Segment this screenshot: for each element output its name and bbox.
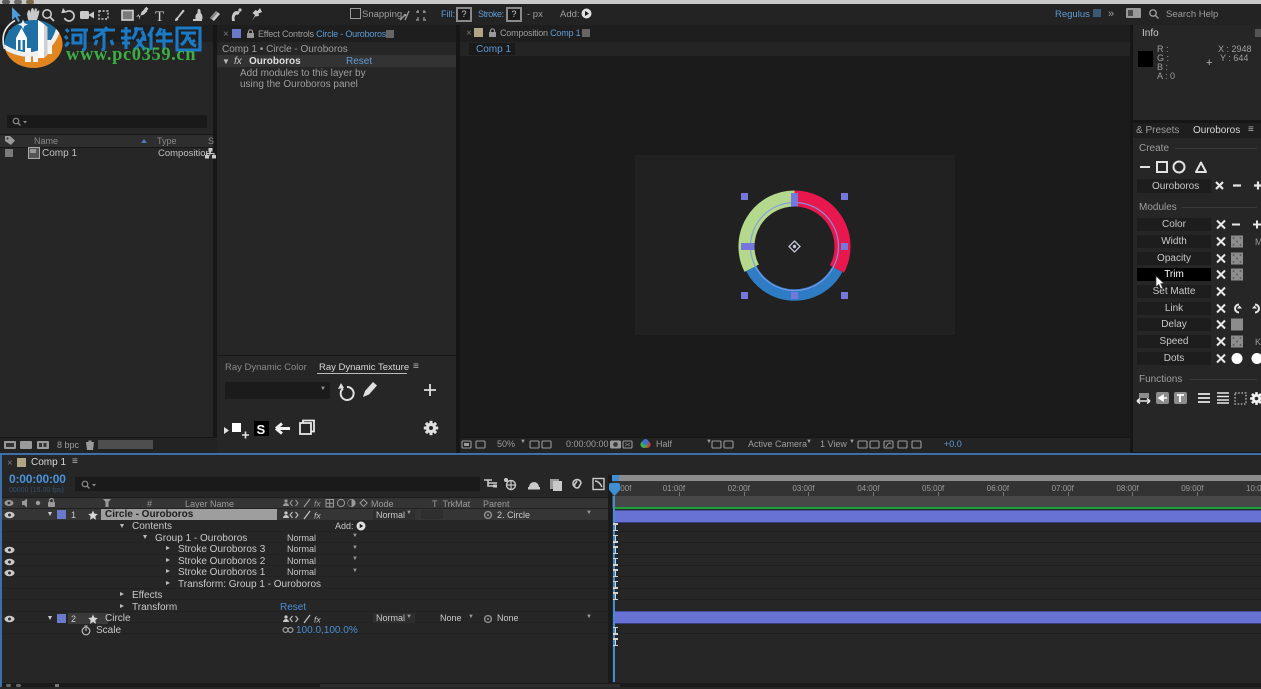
svg-text:S: S bbox=[257, 422, 266, 437]
svg-text:fx: fx bbox=[314, 511, 321, 521]
svg-text:M: M bbox=[1255, 237, 1261, 247]
svg-text:fx: fx bbox=[314, 614, 321, 624]
svg-text:T: T bbox=[155, 9, 164, 25]
svg-text:K: K bbox=[1255, 337, 1261, 347]
svg-text:fx: fx bbox=[314, 499, 321, 509]
